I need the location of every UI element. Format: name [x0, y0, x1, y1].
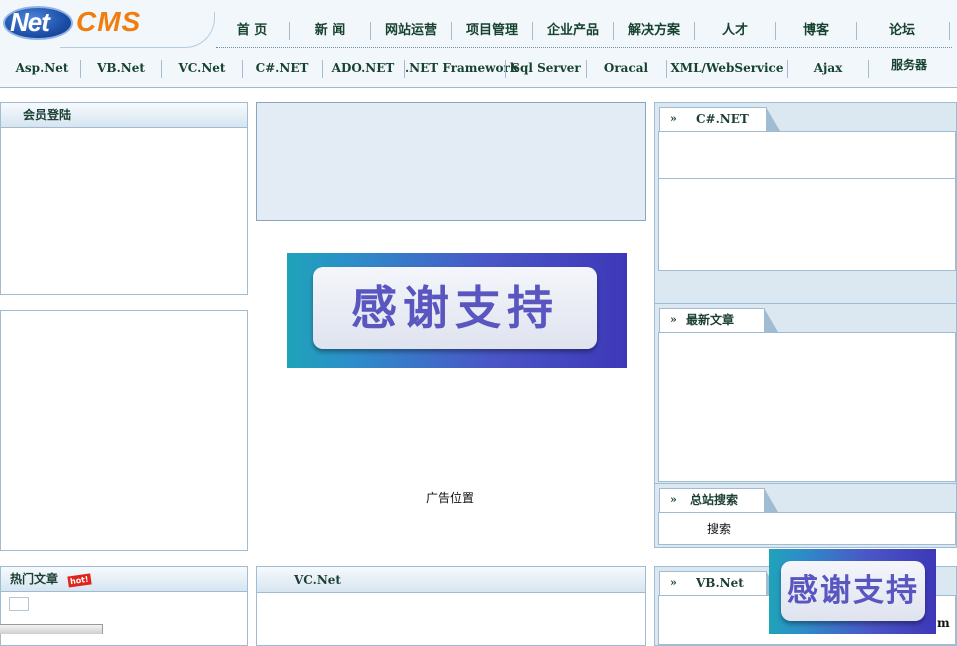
- nav-site-operation[interactable]: 网站运营: [371, 14, 451, 48]
- nav-csharp[interactable]: C#.NET: [243, 52, 321, 84]
- nav-news[interactable]: 新 闻: [290, 14, 370, 48]
- latest-articles-panel: » 最新文章: [654, 304, 957, 484]
- left-empty-panel: [0, 310, 248, 551]
- thanks-banner-text: 感谢支持: [313, 267, 597, 349]
- login-panel: 会员登陆: [0, 102, 248, 295]
- truncated-text: m: [937, 616, 950, 630]
- nav-net-framework[interactable]: .NET Framework: [405, 52, 518, 84]
- hot-articles-header: 热门文章 hot!: [1, 567, 247, 592]
- nav-blog[interactable]: 博客: [776, 14, 856, 48]
- double-arrow-icon: »: [670, 576, 677, 589]
- nav-adonet[interactable]: ADO.NET: [323, 52, 403, 84]
- hot-badge-icon: hot!: [67, 573, 92, 588]
- double-arrow-icon: »: [670, 112, 677, 125]
- panel-divider: [659, 178, 955, 179]
- floating-banner-text: 感谢支持: [781, 561, 925, 621]
- csharp-tab-label: C#.NET: [696, 112, 749, 126]
- nav-ajax[interactable]: Ajax: [788, 52, 868, 84]
- nav-talent[interactable]: 人才: [695, 14, 775, 48]
- hot-articles-panel: 热门文章 hot!: [0, 566, 248, 646]
- nav-vcnet[interactable]: VC.Net: [162, 52, 242, 84]
- nav-oracal[interactable]: Oracal: [587, 52, 665, 84]
- site-search-panel: » 总站搜索 搜索: [654, 484, 957, 548]
- floating-thanks-banner[interactable]: 感谢支持: [769, 549, 936, 634]
- nav-home[interactable]: 首 页: [216, 14, 288, 48]
- vcnet-panel-title: VC.Net: [257, 567, 645, 593]
- nav-project-management[interactable]: 项目管理: [452, 14, 532, 48]
- ad-placeholder-text: 广告位置: [425, 491, 474, 505]
- center-top-box: [256, 102, 646, 221]
- nav-solutions[interactable]: 解决方案: [614, 14, 694, 48]
- double-arrow-icon: »: [670, 313, 677, 326]
- site-search-body: 搜索: [658, 512, 956, 545]
- nav-server[interactable]: 服务器: [869, 52, 949, 84]
- latest-articles-tab[interactable]: » 最新文章: [659, 308, 778, 332]
- nav-products[interactable]: 企业产品: [533, 14, 613, 48]
- logo-text-cms: CMS: [76, 6, 142, 37]
- csharp-panel: » C#.NET: [654, 102, 957, 304]
- site-search-tab[interactable]: » 总站搜索: [659, 488, 778, 512]
- vbnet-tab-label: VB.Net: [696, 576, 744, 590]
- search-button[interactable]: 搜索: [707, 520, 731, 537]
- list-item-checkbox[interactable]: [9, 597, 29, 611]
- status-bar-fragment: [0, 624, 103, 634]
- site-search-tab-label: 总站搜索: [690, 493, 739, 507]
- vbnet-tab[interactable]: » VB.Net: [659, 571, 780, 595]
- latest-articles-body: [658, 332, 956, 482]
- vcnet-panel: VC.Net: [256, 566, 646, 646]
- thanks-banner[interactable]: 感谢支持: [287, 253, 627, 368]
- login-panel-title: 会员登陆: [1, 103, 247, 128]
- logo-text-net: Net: [10, 7, 50, 37]
- nav-aspnet[interactable]: Asp.Net: [4, 52, 80, 84]
- category-nav: Asp.Net VB.Net VC.Net C#.NET ADO.NET .NE…: [4, 52, 952, 84]
- nav-sql-server[interactable]: Sql Server: [506, 52, 586, 84]
- double-arrow-icon: »: [670, 493, 677, 506]
- main-nav: 首 页 新 闻 网站运营 项目管理 企业产品 解决方案 人才 博客 论坛: [216, 14, 952, 48]
- nav-divider: [949, 22, 950, 40]
- hot-articles-title: 热门文章: [10, 572, 59, 586]
- csharp-panel-body: [658, 131, 956, 271]
- latest-articles-tab-label: 最新文章: [686, 313, 735, 327]
- nav-forum[interactable]: 论坛: [857, 14, 947, 48]
- nav-vbnet[interactable]: VB.Net: [81, 52, 161, 84]
- site-logo[interactable]: Net CMS: [0, 0, 215, 48]
- nav-xml-webservice[interactable]: XML/WebService: [667, 52, 787, 84]
- csharp-tab[interactable]: » C#.NET: [659, 107, 780, 131]
